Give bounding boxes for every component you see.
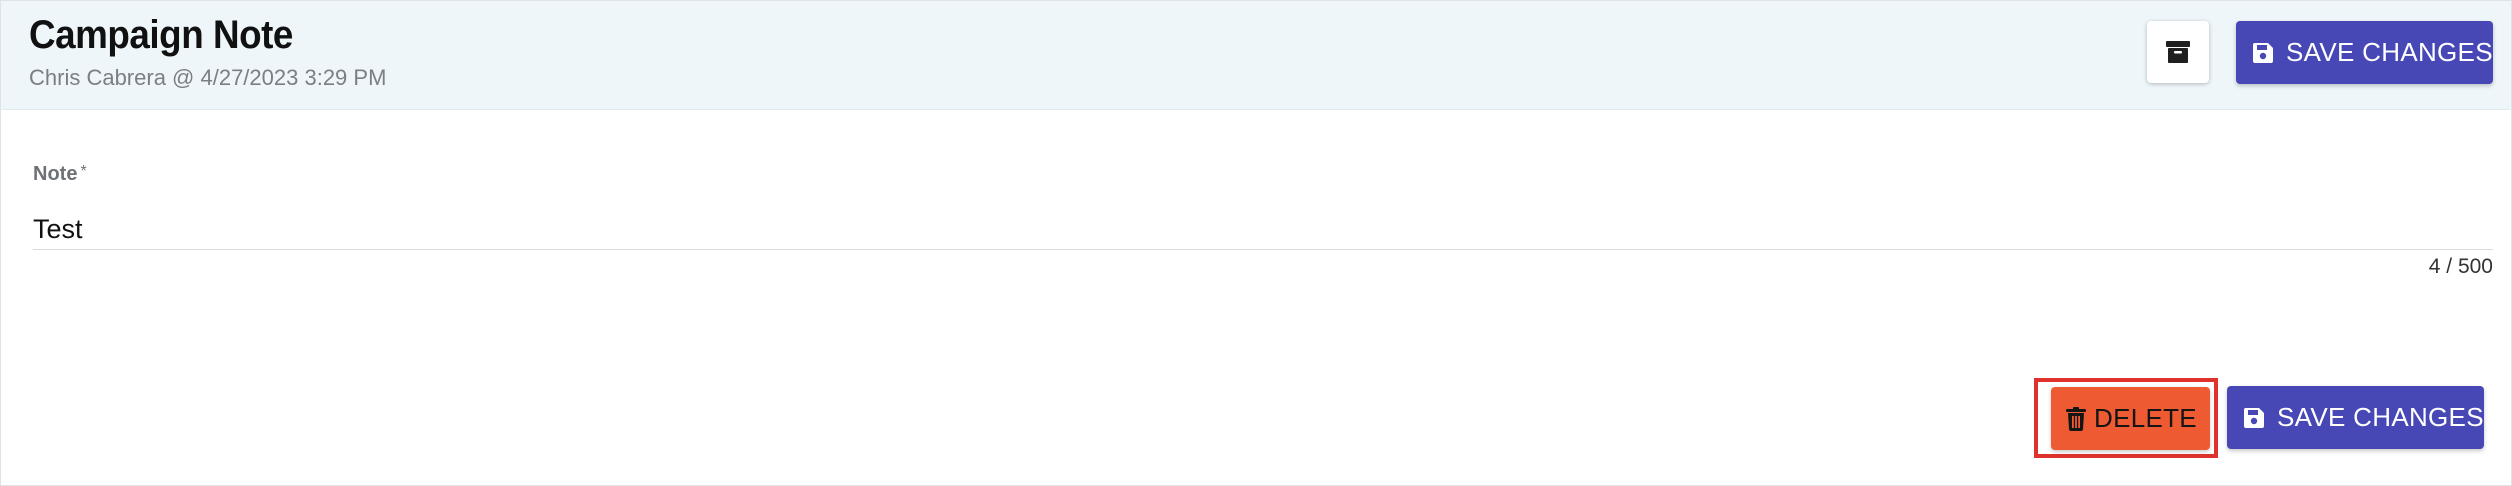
save-changes-label: SAVE CHANGES [2277, 402, 2484, 432]
campaign-note-panel: Campaign Note Chris Cabrera @ 4/27/2023 … [0, 0, 2512, 486]
page-title: Campaign Note [29, 13, 293, 57]
floppy-disk-icon [2252, 42, 2274, 64]
floppy-disk-icon [2243, 407, 2265, 429]
archive-box-icon [2166, 41, 2190, 63]
save-changes-button-bottom[interactable]: SAVE CHANGES [2227, 386, 2484, 449]
archive-button[interactable] [2147, 21, 2209, 83]
author-timestamp: Chris Cabrera @ 4/27/2023 3:29 PM [29, 65, 387, 90]
save-changes-button-top[interactable]: SAVE CHANGES [2236, 21, 2493, 84]
panel-header: Campaign Note Chris Cabrera @ 4/27/2023 … [1, 1, 2511, 110]
delete-label: DELETE [2094, 403, 2197, 433]
delete-button[interactable]: DELETE [2051, 387, 2210, 450]
note-field-label: Note * [33, 163, 87, 185]
save-changes-label: SAVE CHANGES [2286, 37, 2493, 67]
note-input[interactable] [33, 209, 2493, 250]
character-counter: 4 / 500 [2428, 255, 2493, 278]
trash-icon [2066, 406, 2086, 431]
required-marker: * [80, 163, 87, 180]
